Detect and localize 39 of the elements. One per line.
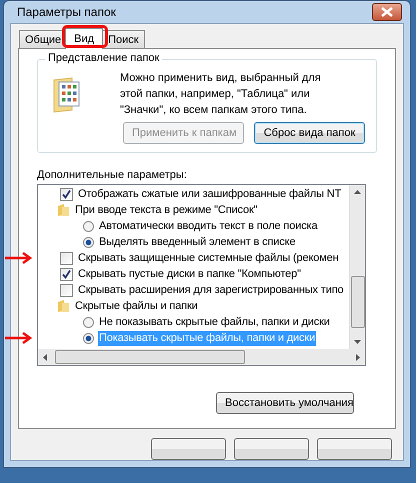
dialog-button[interactable] [317, 438, 392, 460]
dialog-button[interactable] [234, 438, 309, 460]
option-label[interactable]: Автоматически вводить текст в поле поиска [98, 218, 318, 234]
radio-button[interactable] [83, 332, 94, 344]
description-text: Можно применить вид, выбранный для этой папки, например, "Таблица" или "Значки", ко всем папкам этого типа. [120, 71, 322, 118]
dialog-button[interactable] [151, 438, 226, 460]
option-label[interactable]: Отображать сжатые или зашифрованные файлы NT [77, 186, 342, 202]
vertical-scrollbar[interactable] [349, 185, 365, 349]
option-label[interactable]: Не показывать скрытые файлы, папки и диски [98, 314, 331, 330]
radio-button[interactable] [83, 236, 94, 248]
folder-icon [57, 203, 70, 217]
horizontal-scrollbar[interactable] [38, 349, 365, 365]
checkbox[interactable] [60, 284, 73, 296]
option-label[interactable]: Скрывать защищенные системные файлы (рекомен [77, 250, 340, 266]
group-title: Представление папок [45, 52, 162, 64]
radio-button[interactable] [83, 220, 94, 232]
checkbox[interactable] [60, 252, 73, 264]
window-title: Параметры папок [16, 5, 116, 19]
checkbox[interactable] [60, 188, 73, 200]
radio-button[interactable] [83, 316, 94, 328]
folder-icon [57, 299, 70, 313]
option-label[interactable]: Скрывать пустые диски в папке "Компьютер" [77, 266, 302, 282]
option-label: Скрытые файлы и папки [74, 298, 199, 314]
section-label: Дополнительные параметры: [37, 169, 188, 181]
scroll-right-icon[interactable] [356, 354, 360, 360]
action-button[interactable]: Сброс вида папок [254, 122, 365, 144]
close-button[interactable] [372, 3, 402, 21]
tab[interactable]: Поиск [102, 30, 145, 48]
option-label[interactable]: Скрывать расширения для зарегистрированных типо [77, 282, 344, 298]
folder-view-icon [52, 76, 82, 114]
scroll-left-icon[interactable] [43, 354, 47, 360]
tab[interactable]: Общие [19, 30, 68, 48]
option-label[interactable]: Выделять введенный элемент в списке [98, 234, 296, 250]
scroll-up-icon[interactable] [354, 190, 361, 194]
option-label: При вводе текста в режиме "Список" [74, 202, 258, 218]
restore-defaults-button[interactable]: Восстановить умолчания [216, 392, 354, 414]
close-icon [381, 7, 393, 17]
scroll-down-icon[interactable] [354, 340, 361, 344]
checkbox[interactable] [60, 268, 73, 280]
